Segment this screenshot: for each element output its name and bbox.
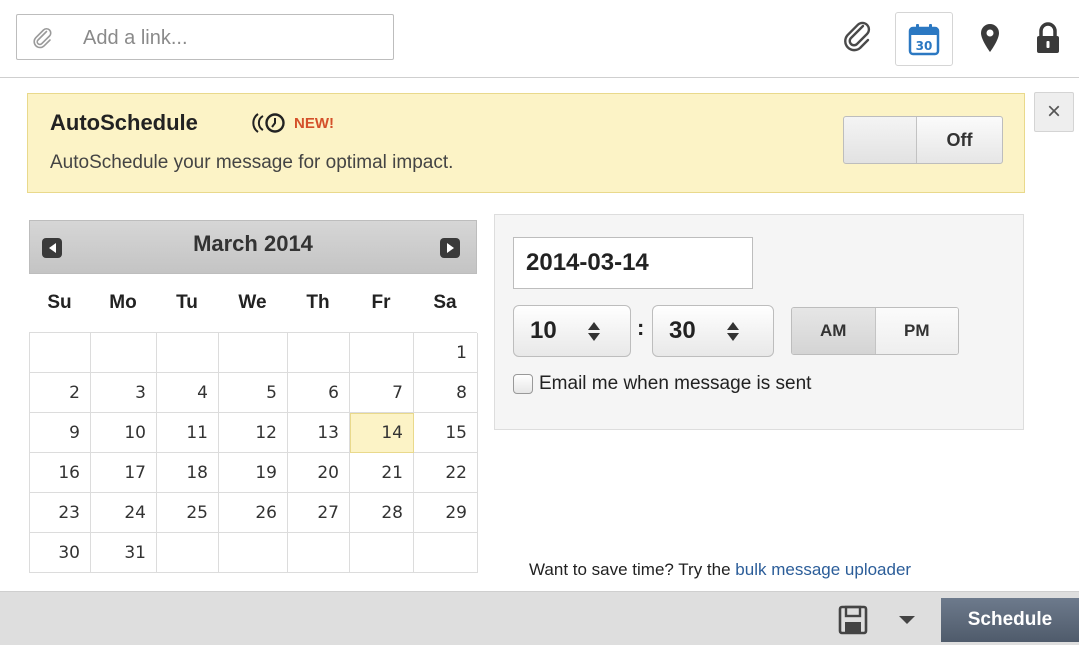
weekday-label: Mo	[109, 292, 137, 313]
email-checkbox[interactable]	[513, 374, 533, 394]
close-banner-button[interactable]: ×	[1034, 92, 1074, 132]
calendar-day[interactable]: 1	[414, 333, 478, 373]
bulk-uploader-hint: Want to save time? Try the bulk message …	[529, 560, 911, 580]
time-panel: 10 : 30 AM PM Email me when message is s…	[494, 214, 1024, 430]
calendar-day[interactable]: 21	[350, 453, 414, 493]
calendar-empty-cell	[219, 533, 288, 573]
month-label: March 2014	[193, 231, 313, 256]
attach-button[interactable]	[838, 16, 878, 60]
calendar-empty-cell	[350, 533, 414, 573]
calendar-day[interactable]: 17	[91, 453, 157, 493]
time-separator: :	[637, 315, 645, 340]
email-checkbox-label: Email me when message is sent	[539, 373, 812, 394]
paperclip-icon	[844, 21, 871, 52]
autoschedule-toggle[interactable]: Off	[843, 116, 1003, 164]
calendar-empty-cell	[91, 333, 157, 373]
calendar-empty-cell	[414, 533, 478, 573]
calendar-day[interactable]: 30	[30, 533, 91, 573]
autoschedule-icon	[252, 113, 285, 133]
calendar-day[interactable]: 3	[91, 373, 157, 413]
minute-stepper[interactable]: 30	[652, 305, 774, 357]
am-button[interactable]: AM	[792, 308, 876, 354]
calendar-day[interactable]: 26	[219, 493, 288, 533]
autoschedule-banner: AutoSchedule NEW! AutoSchedule your mess…	[27, 93, 1025, 193]
weekday-label: Su	[47, 292, 72, 313]
link-icon	[33, 27, 52, 49]
am-pm-toggle: AM PM	[791, 307, 959, 355]
date-input[interactable]	[513, 237, 753, 289]
calendar-day[interactable]: 16	[30, 453, 91, 493]
bulk-uploader-link[interactable]: bulk message uploader	[735, 560, 911, 579]
calendar-day[interactable]: 28	[350, 493, 414, 533]
calendar-day[interactable]: 23	[30, 493, 91, 533]
calendar-day[interactable]: 18	[157, 453, 219, 493]
bulk-hint-text: Want to save time? Try the	[529, 560, 731, 579]
calendar-day[interactable]: 2	[30, 373, 91, 413]
calendar-day[interactable]: 29	[414, 493, 478, 533]
link-input[interactable]	[83, 25, 383, 51]
calendar-day[interactable]: 9	[30, 413, 91, 453]
calendar-day[interactable]: 4	[157, 373, 219, 413]
calendar-day[interactable]: 31	[91, 533, 157, 573]
hour-stepper[interactable]: 10	[513, 305, 631, 357]
calendar-day[interactable]: 25	[157, 493, 219, 533]
weekday-label: Fr	[371, 292, 391, 313]
schedule-calendar-button[interactable]: 30	[895, 12, 953, 66]
schedule-button[interactable]: Schedule	[941, 598, 1079, 642]
calendar-empty-cell	[350, 333, 414, 373]
new-badge: NEW!	[294, 115, 334, 132]
next-month-button[interactable]	[440, 238, 460, 258]
calendar-header: March 2014	[29, 220, 477, 274]
calendar-day[interactable]: 24	[91, 493, 157, 533]
calendar-empty-cell	[157, 533, 219, 573]
calendar-empty-cell	[288, 533, 350, 573]
hour-value: 10	[530, 317, 557, 344]
calendar-empty-cell	[157, 333, 219, 373]
calendar-day[interactable]: 13	[288, 413, 350, 453]
calendar-days: 1 2 3 4 5 6 7 8 9 10 11 12 13 14 15 16 17 18 19 20 21 22 23 24 2…	[29, 332, 478, 573]
weekday-label: Th	[306, 292, 330, 313]
minute-value: 30	[669, 317, 696, 344]
weekday-label: We	[238, 292, 267, 313]
calendar-day[interactable]: 11	[157, 413, 219, 453]
calendar-day[interactable]: 14	[350, 413, 414, 453]
lock-icon	[1037, 22, 1059, 53]
save-draft-icon[interactable]	[838, 605, 868, 635]
autoschedule-title: AutoSchedule	[50, 110, 198, 135]
calendar-day[interactable]: 5	[219, 373, 288, 413]
date-picker: March 2014 Su Mo Tu We Th Fr Sa 12345678…	[29, 220, 478, 573]
weekday-label: Tu	[176, 292, 198, 313]
calendar-day[interactable]: 7	[350, 373, 414, 413]
calendar-icon: 30	[908, 24, 940, 56]
privacy-button[interactable]	[1028, 16, 1068, 60]
pm-button[interactable]: PM	[875, 308, 958, 354]
weekday-label: Sa	[433, 292, 457, 313]
calendar-day[interactable]: 10	[91, 413, 157, 453]
email-option: Email me when message is sent	[513, 373, 811, 395]
calendar-day[interactable]: 27	[288, 493, 350, 533]
location-button[interactable]	[970, 16, 1010, 60]
calendar-day[interactable]: 19	[219, 453, 288, 493]
toggle-label: Off	[916, 117, 1002, 163]
calendar-day[interactable]: 22	[414, 453, 478, 493]
autoschedule-description: AutoSchedule your message for optimal im…	[50, 152, 454, 173]
compose-toolbar: 30	[0, 0, 1079, 78]
link-field[interactable]	[16, 14, 394, 60]
chevron-down-icon[interactable]	[899, 616, 915, 624]
calendar-icon-text: 30	[916, 39, 933, 53]
calendar-empty-cell	[30, 333, 91, 373]
calendar-day[interactable]: 15	[414, 413, 478, 453]
calendar-day[interactable]: 6	[288, 373, 350, 413]
calendar-day[interactable]: 8	[414, 373, 478, 413]
calendar-empty-cell	[288, 333, 350, 373]
calendar-day[interactable]: 12	[219, 413, 288, 453]
calendar-empty-cell	[219, 333, 288, 373]
map-pin-icon	[981, 24, 999, 52]
weekday-header: Su Mo Tu We Th Fr Sa	[29, 274, 477, 332]
footer-bar: Schedule	[0, 591, 1079, 645]
calendar-day[interactable]: 20	[288, 453, 350, 493]
chevron-right-icon	[446, 243, 454, 253]
